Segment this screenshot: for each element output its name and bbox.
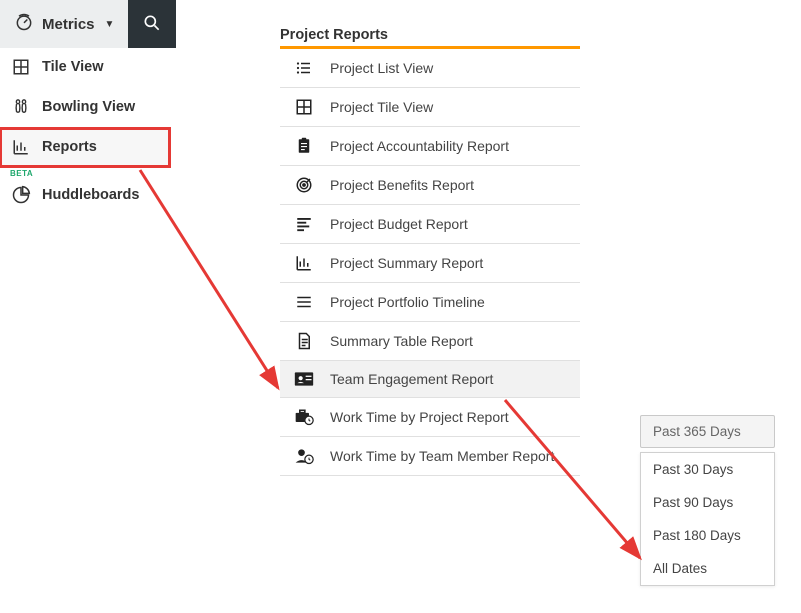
report-item-label: Team Engagement Report xyxy=(330,371,493,387)
date-range-selected[interactable]: Past 365 Days xyxy=(640,415,775,448)
date-range-dropdown: Past 30 Days Past 90 Days Past 180 Days … xyxy=(640,452,775,586)
report-list: Project List View Project Tile View Proj… xyxy=(280,46,580,476)
sidebar-item-label: Bowling View xyxy=(42,99,135,115)
report-item-team-engagement[interactable]: Team Engagement Report xyxy=(280,361,580,398)
metrics-label: Metrics xyxy=(42,16,95,33)
sidebar-item-bowling-view[interactable]: Bowling View xyxy=(0,87,170,128)
dashboard-icon xyxy=(14,12,34,36)
grid-icon xyxy=(294,98,314,116)
report-item-accountability[interactable]: Project Accountability Report xyxy=(280,127,580,166)
report-item-label: Project Tile View xyxy=(330,99,433,115)
list-icon xyxy=(294,59,314,77)
date-option-180[interactable]: Past 180 Days xyxy=(641,519,774,552)
report-item-label: Project Portfolio Timeline xyxy=(330,294,485,310)
report-item-label: Work Time by Project Report xyxy=(330,409,509,425)
report-item-summary[interactable]: Project Summary Report xyxy=(280,244,580,283)
sidebar-item-tile-view[interactable]: Tile View xyxy=(0,48,170,87)
report-item-label: Project Budget Report xyxy=(330,216,468,232)
bowling-icon xyxy=(10,97,32,117)
report-item-portfolio-timeline[interactable]: Project Portfolio Timeline xyxy=(280,283,580,322)
report-item-work-time-team[interactable]: Work Time by Team Member Report xyxy=(280,437,580,475)
search-button[interactable] xyxy=(128,0,176,48)
bar-chart-icon xyxy=(10,138,32,156)
report-item-benefits[interactable]: Project Benefits Report xyxy=(280,166,580,205)
user-clock-icon xyxy=(294,447,314,465)
sidebar-item-label: Tile View xyxy=(42,59,104,75)
topbar: Metrics ▼ xyxy=(0,0,801,48)
report-item-summary-table[interactable]: Summary Table Report xyxy=(280,322,580,361)
report-item-label: Work Time by Team Member Report xyxy=(330,448,554,464)
sidebar-item-reports[interactable]: Reports xyxy=(0,128,170,167)
pie-chart-icon xyxy=(10,185,32,205)
timeline-icon xyxy=(294,293,314,311)
report-item-budget[interactable]: Project Budget Report xyxy=(280,205,580,244)
report-item-label: Project Accountability Report xyxy=(330,138,509,154)
sidebar-item-label: Huddleboards xyxy=(42,187,139,203)
date-option-all[interactable]: All Dates xyxy=(641,552,774,585)
sidebar-item-huddleboards[interactable]: BETA Huddleboards xyxy=(0,175,170,216)
beta-badge: BETA xyxy=(10,169,33,178)
id-card-icon xyxy=(294,371,314,387)
report-item-label: Project Summary Report xyxy=(330,255,483,271)
grid-icon xyxy=(10,58,32,76)
report-item-project-list-view[interactable]: Project List View xyxy=(280,49,580,88)
metrics-dropdown-button[interactable]: Metrics ▼ xyxy=(0,0,128,48)
date-option-90[interactable]: Past 90 Days xyxy=(641,486,774,519)
search-icon xyxy=(142,13,162,36)
report-item-label: Project List View xyxy=(330,60,433,76)
align-left-icon xyxy=(294,215,314,233)
target-icon xyxy=(294,176,314,194)
report-item-label: Project Benefits Report xyxy=(330,177,474,193)
report-item-project-tile-view[interactable]: Project Tile View xyxy=(280,88,580,127)
date-range-filter: Past 365 Days Past 30 Days Past 90 Days … xyxy=(640,415,775,586)
sidebar-item-label: Reports xyxy=(42,139,97,155)
document-icon xyxy=(294,332,314,350)
clipboard-icon xyxy=(294,137,314,155)
caret-down-icon: ▼ xyxy=(105,19,115,30)
sidebar: Tile View Bowling View Reports BETA xyxy=(0,48,170,216)
bar-chart-icon xyxy=(294,254,314,272)
section-header: Project Reports xyxy=(280,27,388,43)
report-item-label: Summary Table Report xyxy=(330,333,473,349)
briefcase-clock-icon xyxy=(294,408,314,426)
date-option-30[interactable]: Past 30 Days xyxy=(641,453,774,486)
report-item-work-time-project[interactable]: Work Time by Project Report xyxy=(280,398,580,437)
